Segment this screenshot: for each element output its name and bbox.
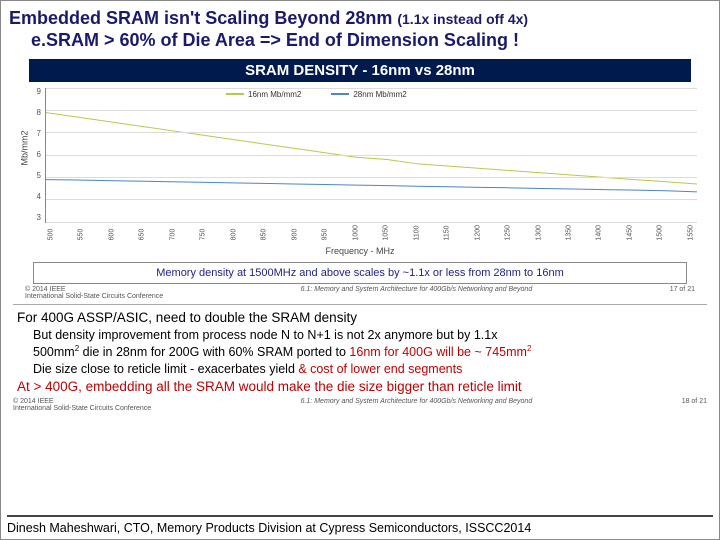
title-main: Embedded SRAM isn't Scaling Beyond 28nm: [9, 8, 397, 28]
slide-title-line2: e.SRAM > 60% of Die Area => End of Dimen…: [1, 30, 719, 55]
chart-container: SRAM DENSITY - 16nm vs 28nm Mb/mm2 98765…: [13, 59, 707, 300]
author-credits: Dinesh Maheshwari, CTO, Memory Products …: [7, 515, 713, 535]
footer-mid: 6.1: Memory and System Architecture for …: [301, 286, 533, 300]
plot-region: 16nm Mb/mm2 28nm Mb/mm2: [45, 88, 697, 223]
text-block-400g: For 400G ASSP/ASIC, need to double the S…: [13, 304, 707, 396]
slide-title-line1: Embedded SRAM isn't Scaling Beyond 28nm …: [1, 1, 719, 30]
x-axis-ticks: 5005506006507007508008509009501000105011…: [45, 231, 697, 238]
chart-title: SRAM DENSITY - 16nm vs 28nm: [29, 59, 691, 82]
conference-footer-upper: © 2014 IEEE International Solid-State Ci…: [25, 286, 695, 300]
chart-area: Mb/mm2 9876543 16nm Mb/mm2 28nm Mb/mm2 5…: [13, 88, 707, 248]
block2-row4: At > 400G, embedding all the SRAM would …: [17, 378, 703, 396]
footer-page-lower: 18 of 21: [682, 398, 707, 412]
block2-row1: But density improvement from process nod…: [33, 327, 703, 344]
footer-page-upper: 17 of 21: [670, 286, 695, 300]
chart-takeaway: Memory density at 1500MHz and above scal…: [33, 262, 687, 284]
footer-left: © 2014 IEEE International Solid-State Ci…: [25, 286, 163, 300]
footer-left-2: © 2014 IEEE International Solid-State Ci…: [13, 398, 151, 412]
block2-row3: Die size close to reticle limit - exacer…: [33, 361, 703, 378]
title-sub: (1.1x instead off 4x): [397, 11, 528, 27]
y-axis-ticks: 9876543: [19, 88, 41, 223]
block2-row2: 500mm2 die in 28nm for 200G with 60% SRA…: [33, 344, 703, 361]
conference-footer-lower: © 2014 IEEE International Solid-State Ci…: [13, 398, 707, 412]
footer-mid-2: 6.1: Memory and System Architecture for …: [301, 398, 533, 412]
block2-header: For 400G ASSP/ASIC, need to double the S…: [17, 309, 703, 327]
